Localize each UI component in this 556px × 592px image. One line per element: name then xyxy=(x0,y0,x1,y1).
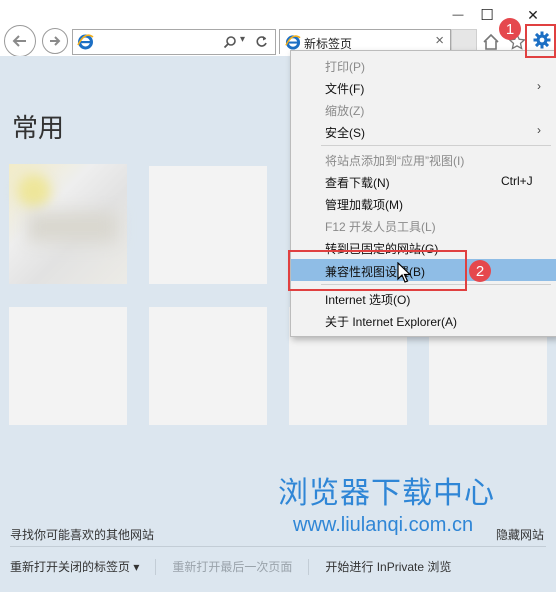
annotation-highlight-box xyxy=(525,24,556,58)
annotation-highlight-box xyxy=(288,250,467,291)
close-window-button[interactable]: ✕ xyxy=(522,4,544,26)
back-button[interactable] xyxy=(4,25,36,57)
divider xyxy=(308,558,310,575)
menu-item-about-ie[interactable]: 关于 Internet Explorer(A) xyxy=(291,309,556,331)
chevron-right-icon: › xyxy=(537,79,541,93)
refresh-icon[interactable] xyxy=(255,35,268,48)
find-more-sites-link[interactable]: 寻找你可能喜欢的其他网站 xyxy=(10,526,154,543)
forward-arrow-icon xyxy=(50,36,61,46)
menu-item-label: 查看下载(N) xyxy=(325,176,390,190)
frequent-site-tile[interactable] xyxy=(9,307,127,425)
step-badge-2: 2 xyxy=(469,260,491,282)
menu-item-label: 安全(S) xyxy=(325,126,365,140)
watermark-url: www.liulanqi.com.cn xyxy=(293,514,474,536)
forward-button[interactable] xyxy=(42,28,68,54)
menu-item-print[interactable]: 打印(P) xyxy=(291,54,556,76)
divider xyxy=(155,558,157,575)
ie-logo-icon xyxy=(285,35,301,50)
inprivate-link[interactable]: 开始进行 InPrivate 浏览 xyxy=(325,558,451,575)
reopen-last-session-link[interactable]: 重新打开最后一次页面 xyxy=(172,558,292,575)
menu-item-label: 关于 Internet Explorer(A) xyxy=(325,315,458,329)
frequent-site-tile[interactable] xyxy=(149,166,267,284)
search-icon[interactable] xyxy=(223,35,237,49)
step-badge-1: 1 xyxy=(499,18,521,40)
menu-item-shortcut: Ctrl+J xyxy=(501,174,533,188)
tools-menu: 打印(P) 文件(F) › 缩放(Z) 安全(S) › 将站点添加到“应用”视图… xyxy=(290,50,556,337)
chevron-right-icon: › xyxy=(537,123,541,137)
menu-separator xyxy=(321,145,551,146)
menu-item-label: Internet 选项(O) xyxy=(325,293,411,307)
menu-item-file[interactable]: 文件(F) › xyxy=(291,76,556,98)
menu-item-safety[interactable]: 安全(S) › xyxy=(291,120,556,142)
divider xyxy=(10,546,546,547)
home-icon[interactable] xyxy=(482,33,500,51)
menu-item-manage-addons[interactable]: 管理加载项(M) xyxy=(291,192,556,214)
watermark-title: 浏览器下载中心 xyxy=(278,477,495,510)
bottom-bar: 重新打开关闭的标签页 ▾ 重新打开最后一次页面 开始进行 InPrivate 浏… xyxy=(10,558,451,575)
page-title: 常用 xyxy=(12,113,65,143)
menu-item-label: 管理加载项(M) xyxy=(325,198,403,212)
tab-close-button[interactable]: × xyxy=(435,32,444,49)
close-icon: ✕ xyxy=(527,6,539,23)
menu-item-label: F12 开发人员工具(L) xyxy=(325,220,436,234)
minimize-button[interactable]: — xyxy=(447,4,469,26)
menu-item-label: 将站点添加到“应用”视图(I) xyxy=(325,154,465,168)
menu-item-f12-devtools[interactable]: F12 开发人员工具(L) xyxy=(291,214,556,236)
menu-item-label: 文件(F) xyxy=(325,82,365,96)
menu-item-view-downloads[interactable]: 查看下载(N) Ctrl+J xyxy=(291,170,556,192)
menu-item-label: 缩放(Z) xyxy=(325,104,365,118)
mouse-cursor-icon xyxy=(397,262,411,283)
menu-item-label: 打印(P) xyxy=(325,60,365,74)
hide-sites-link[interactable]: 隐藏网站 xyxy=(496,526,544,543)
frequent-site-tile[interactable] xyxy=(9,164,127,284)
menu-item-add-site-to-apps[interactable]: 将站点添加到“应用”视图(I) xyxy=(291,148,556,170)
ie-logo-icon xyxy=(77,34,94,50)
menu-item-zoom[interactable]: 缩放(Z) xyxy=(291,98,556,120)
minimize-icon: — xyxy=(452,9,464,21)
maximize-button[interactable]: ☐ xyxy=(476,4,498,26)
address-bar[interactable]: ▾ xyxy=(72,29,276,55)
reopen-closed-tabs-link[interactable]: 重新打开关闭的标签页 ▾ xyxy=(10,558,139,575)
frequent-site-tile[interactable] xyxy=(149,307,267,425)
back-arrow-icon xyxy=(12,35,26,47)
maximize-icon: ☐ xyxy=(480,7,494,24)
search-dropdown-icon[interactable]: ▾ xyxy=(240,34,245,45)
